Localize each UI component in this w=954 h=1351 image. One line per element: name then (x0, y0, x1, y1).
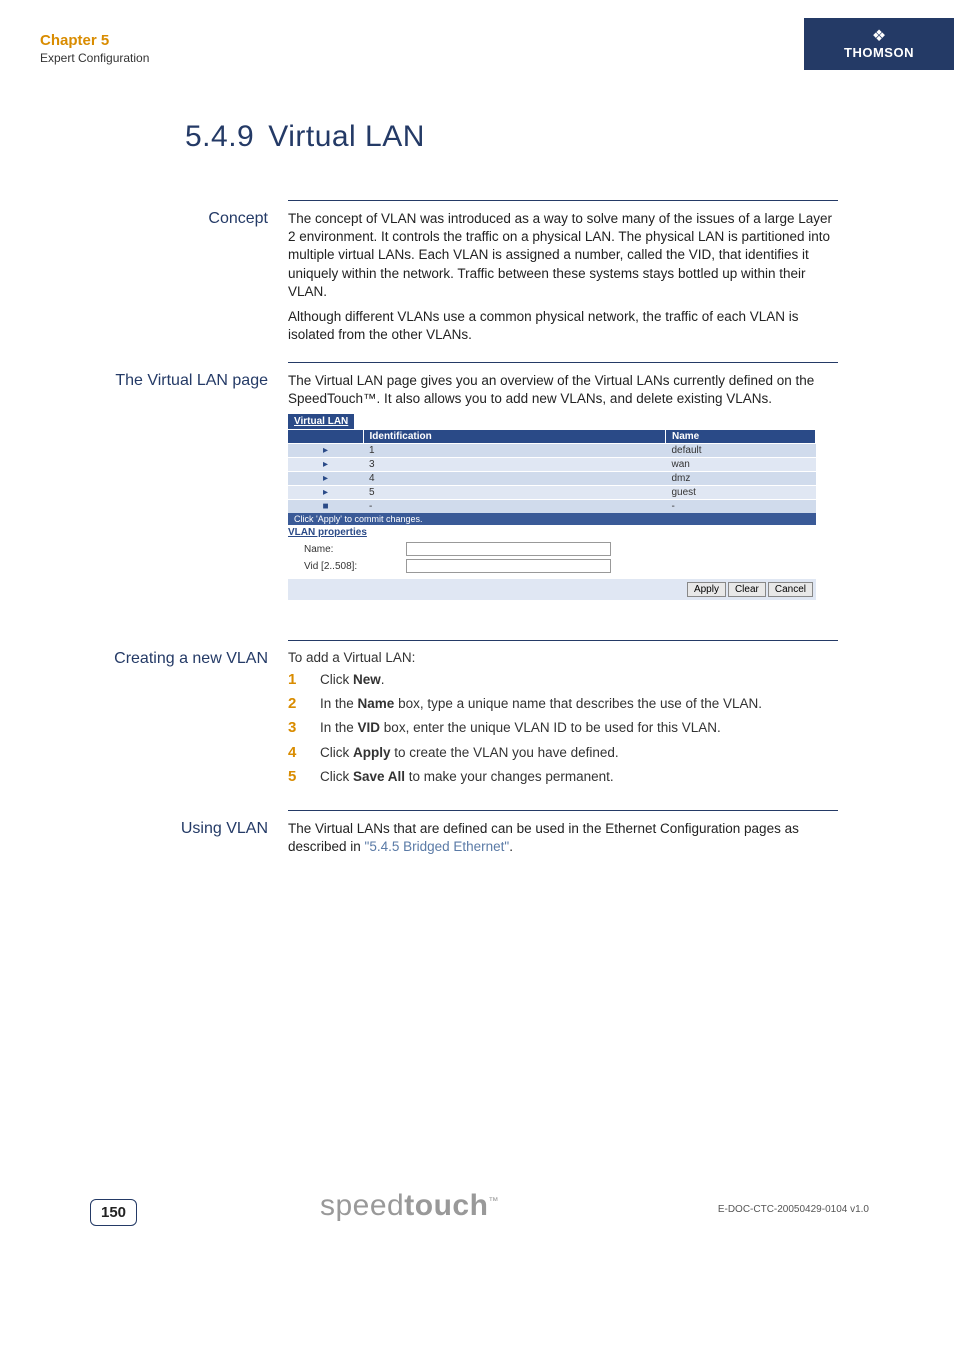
vlan-props: Name: Vid [2..508]: (288, 540, 816, 577)
section-label-concept: Concept (18, 210, 268, 228)
concept-p1: The concept of VLAN was introduced as a … (288, 210, 838, 301)
table-row[interactable]: ▸1default (288, 444, 816, 458)
cancel-button[interactable]: Cancel (768, 582, 813, 597)
rule (288, 810, 838, 811)
title-text: Virtual LAN (268, 120, 425, 153)
chapter-subtitle: Expert Configuration (40, 51, 149, 65)
rule (288, 200, 838, 201)
using-p1: The Virtual LANs that are defined can be… (288, 820, 838, 856)
title-number: 5.4.9 (185, 120, 254, 153)
arrow-icon: ▸ (288, 486, 363, 500)
table-row[interactable]: ▸4dmz (288, 472, 816, 486)
doc-id: E-DOC-CTC-20050429-0104 v1.0 (718, 1204, 869, 1215)
brand-band: ❖ THOMSON (804, 18, 954, 70)
vlan-hint: Click 'Apply' to commit changes. (288, 513, 816, 525)
concept-p2: Although different VLANs use a common ph… (288, 308, 838, 344)
rule (288, 362, 838, 363)
bridged-ethernet-link[interactable]: "5.4.5 Bridged Ethernet" (365, 839, 510, 854)
col-name: Name (666, 430, 816, 444)
rule (288, 640, 838, 641)
brand-text: THOMSON (844, 45, 914, 60)
creating-intro: To add a Virtual LAN: (288, 650, 838, 665)
clear-button[interactable]: Clear (728, 582, 766, 597)
table-row[interactable]: ▸3wan (288, 458, 816, 472)
vlan-table: Identification Name ▸1default ▸3wan ▸4dm… (288, 430, 816, 513)
table-row[interactable]: ■-- (288, 500, 816, 514)
table-row[interactable]: ▸5guest (288, 486, 816, 500)
name-input[interactable] (406, 542, 611, 556)
square-icon: ■ (288, 500, 363, 514)
vlan-tab[interactable]: Virtual LAN (288, 414, 354, 430)
step-5: 5Click Save All to make your changes per… (288, 768, 838, 786)
vlan-props-heading: VLAN properties (288, 525, 816, 540)
page-number: 150 (90, 1199, 137, 1226)
name-label: Name: (304, 544, 394, 555)
arrow-icon: ▸ (288, 472, 363, 486)
step-3: 3In the VID box, enter the unique VLAN I… (288, 719, 838, 737)
arrow-icon: ▸ (288, 444, 363, 458)
chapter-title: Chapter 5 (40, 32, 149, 49)
step-1: 1Click New. (288, 671, 838, 689)
vid-input[interactable] (406, 559, 611, 573)
brand-icon: ❖ (872, 29, 886, 45)
apply-button[interactable]: Apply (687, 582, 726, 597)
arrow-icon: ▸ (288, 458, 363, 472)
step-2: 2In the Name box, type a unique name tha… (288, 695, 838, 713)
col-identification: Identification (363, 430, 666, 444)
page-title: 5.4.9 Virtual LAN (185, 120, 425, 154)
section-label-using: Using VLAN (18, 820, 268, 838)
vid-label: Vid [2..508]: (304, 561, 394, 572)
button-row: Apply Clear Cancel (288, 579, 816, 600)
section-label-vlanpage: The Virtual LAN page (18, 372, 268, 390)
creating-steps: To add a Virtual LAN: 1Click New. 2In th… (288, 650, 838, 792)
vlan-screenshot: Virtual LAN Identification Name ▸1defaul… (288, 414, 816, 600)
step-4: 4Click Apply to create the VLAN you have… (288, 744, 838, 762)
section-label-creating: Creating a new VLAN (18, 650, 268, 668)
speedtouch-logo: speedtouch™ (320, 1189, 499, 1223)
chapter-block: Chapter 5 Expert Configuration (40, 32, 149, 65)
vlanpage-p1: The Virtual LAN page gives you an overvi… (288, 372, 838, 408)
